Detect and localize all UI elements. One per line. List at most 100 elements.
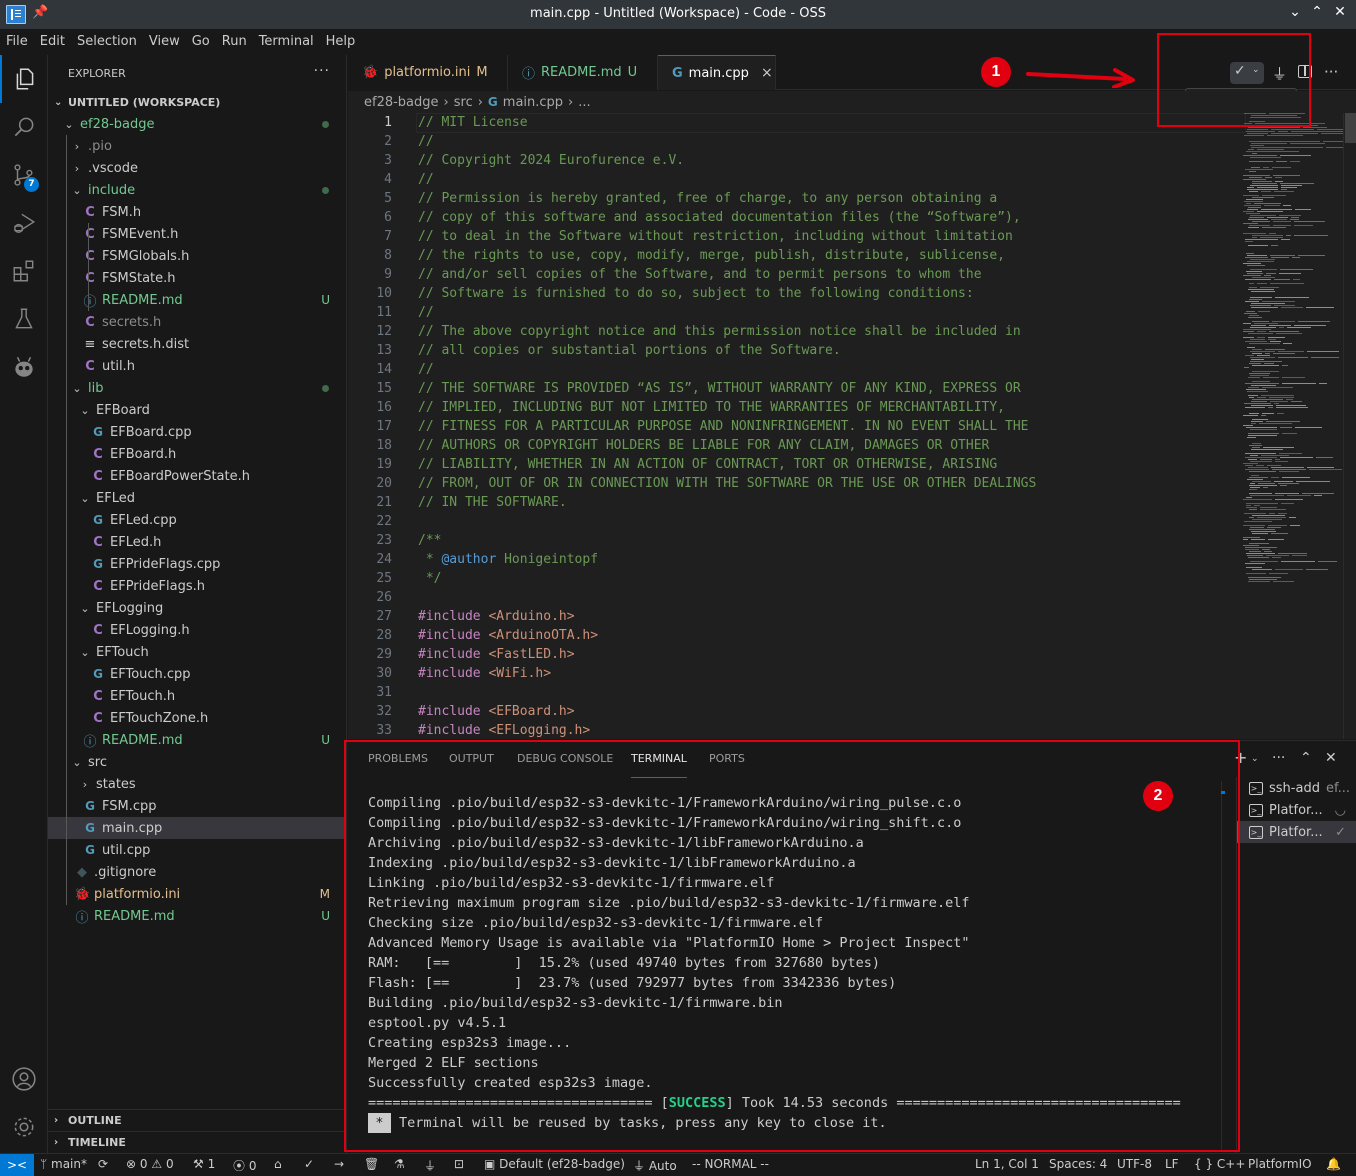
home-icon[interactable]: ⌂ — [274, 1157, 282, 1171]
terminal-icon[interactable]: ⊡ — [454, 1157, 464, 1171]
timeline-section[interactable]: › TIMELINE — [48, 1131, 347, 1153]
sync-icon[interactable]: ⟳ — [98, 1157, 108, 1171]
accounts-activity[interactable] — [0, 1055, 48, 1103]
menu-help[interactable]: Help — [320, 29, 362, 55]
tree-folder[interactable]: ⌄ EFBoard — [48, 399, 346, 421]
menu-terminal[interactable]: Terminal — [253, 29, 320, 55]
remote-indicator[interactable]: >< — [0, 1153, 34, 1176]
notifications-bell-icon[interactable]: 🔔 — [1326, 1157, 1341, 1171]
tab-main-cpp[interactable]: G main.cpp × — [658, 55, 776, 90]
tree-file[interactable]: ⓘ README.md U — [48, 729, 346, 751]
run-debug-activity[interactable] — [0, 199, 48, 247]
panel-tab-terminal[interactable]: TERMINAL — [631, 752, 687, 778]
close-panel-icon[interactable]: ✕ — [1325, 750, 1337, 766]
minimize-button[interactable]: ⌄ — [1285, 4, 1305, 20]
platformio-activity[interactable] — [0, 343, 48, 391]
explorer-activity[interactable] — [0, 55, 48, 103]
problems-indicator[interactable]: ⊗ 0 ⚠ 0 — [126, 1157, 174, 1171]
env-selector[interactable]: ▣ Default (ef28-badge) — [484, 1157, 625, 1171]
upload-arrow-icon[interactable]: → — [334, 1157, 344, 1171]
tree-file[interactable]: Gmain.cpp — [48, 817, 346, 839]
tree-folder[interactable]: › states — [48, 773, 346, 795]
serial-plug-icon[interactable]: ⏚ — [424, 1157, 436, 1174]
tree-file[interactable]: C EFTouchZone.h — [48, 707, 346, 729]
more-actions-icon[interactable]: ··· — [1324, 63, 1338, 81]
tree-file[interactable]: G EFLed.cpp — [48, 509, 346, 531]
branch-indicator[interactable]: ᛘ main* — [40, 1157, 87, 1171]
tab-readme-md[interactable]: ⓘ README.md U — [508, 55, 658, 90]
more-actions-icon[interactable]: ··· — [1272, 750, 1285, 766]
panel-tab-debug-console[interactable]: DEBUG CONSOLE — [517, 752, 613, 778]
menu-edit[interactable]: Edit — [34, 29, 71, 55]
tree-file[interactable]: Cutil.h — [48, 355, 346, 377]
tree-file[interactable]: C EFBoard.h — [48, 443, 346, 465]
tree-file[interactable]: C FSMGlobals.h — [48, 245, 346, 267]
tree-file[interactable]: C FSMEvent.h — [48, 223, 346, 245]
tree-file[interactable]: ◆ .gitignore — [48, 861, 346, 883]
testing-activity[interactable] — [0, 295, 48, 343]
tree-file[interactable]: Gutil.cpp — [48, 839, 346, 861]
encoding[interactable]: UTF-8 — [1117, 1157, 1152, 1171]
minimap[interactable] — [1243, 113, 1356, 593]
tree-file[interactable]: 🐞 platformio.ini M — [48, 883, 346, 905]
tree-folder[interactable]: ⌄ EFTouch — [48, 641, 346, 663]
more-actions-icon[interactable]: ··· — [314, 63, 330, 79]
tree-folder[interactable]: › .vscode — [48, 157, 346, 179]
tree-file[interactable]: Csecrets.h — [48, 311, 346, 333]
outline-section[interactable]: › OUTLINE — [48, 1109, 347, 1131]
platformio-status[interactable]: PlatformIO — [1248, 1157, 1312, 1171]
terminal-item[interactable]: >_ Platfor... ✓ — [1237, 821, 1356, 843]
upload-plug-icon[interactable]: ⏚ — [1272, 63, 1287, 84]
maximize-panel-icon[interactable]: ⌃ — [1300, 750, 1312, 766]
tree-file[interactable]: C FSM.h — [48, 201, 346, 223]
menu-run[interactable]: Run — [216, 29, 253, 55]
clean-trash-icon[interactable]: 🗑 — [364, 1157, 379, 1171]
terminal-scrollbar[interactable] — [1221, 781, 1222, 1151]
tree-folder[interactable]: ⌄ lib — [48, 377, 346, 399]
build-button[interactable]: ✓ ⌄ — [1230, 62, 1264, 84]
tree-folder[interactable]: ⌄ EFLogging — [48, 597, 346, 619]
tree-file[interactable]: G FSM.cpp — [48, 795, 346, 817]
extensions-activity[interactable] — [0, 247, 48, 295]
tree-file[interactable]: G EFPrideFlags.cpp — [48, 553, 346, 575]
scrollbar-thumb[interactable] — [1345, 113, 1356, 143]
panel-tab-problems[interactable]: PROBLEMS — [368, 752, 428, 778]
tab-platformio-ini[interactable]: 🐞 platformio.ini M — [348, 55, 508, 90]
maximize-button[interactable]: ⌃ — [1307, 4, 1327, 20]
terminal-item[interactable]: >_ ssh-add ef... — [1237, 777, 1356, 799]
menu-go[interactable]: Go — [186, 29, 216, 55]
panel-tab-ports[interactable]: PORTS — [709, 752, 745, 778]
build-check-icon[interactable]: ✓ — [304, 1157, 314, 1171]
tree-file[interactable]: ≡ secrets.h.dist — [48, 333, 346, 355]
terminal-output[interactable]: Compiling .pio/build/esp32-s3-devkitc-1/… — [368, 793, 1228, 1133]
panel-tab-output[interactable]: OUTPUT — [449, 752, 494, 778]
tree-file[interactable]: C EFLed.h — [48, 531, 346, 553]
tree-folder[interactable]: › .pio — [48, 135, 346, 157]
tools-indicator[interactable]: ⚒ 1 — [193, 1157, 215, 1171]
tree-folder[interactable]: ⌄ src — [48, 751, 346, 773]
breadcrumb-folder[interactable]: ef28-badge — [364, 95, 439, 110]
cursor-position[interactable]: Ln 1, Col 1 — [975, 1157, 1039, 1171]
editor-scrollbar[interactable] — [1343, 113, 1356, 739]
indentation[interactable]: Spaces: 4 — [1049, 1157, 1107, 1171]
tree-file[interactable]: C EFTouch.h — [48, 685, 346, 707]
manage-activity[interactable] — [0, 1103, 48, 1151]
tree-file[interactable]: ⓘ README.md U — [48, 905, 346, 927]
tree-file[interactable]: C FSMState.h — [48, 267, 346, 289]
close-tab-icon[interactable]: × — [761, 65, 773, 81]
search-activity[interactable] — [0, 103, 48, 151]
chevron-down-icon[interactable]: ⌄ — [1252, 65, 1260, 75]
terminal-item[interactable]: >_ Platfor... ◡ — [1237, 799, 1356, 821]
upload-port-selector[interactable]: ⏚ Auto — [633, 1157, 677, 1174]
breadcrumb-src[interactable]: src — [454, 95, 473, 110]
eol[interactable]: LF — [1165, 1157, 1179, 1171]
ports-indicator[interactable]: ⦿ 0 — [233, 1157, 256, 1174]
menu-file[interactable]: File — [0, 29, 34, 55]
tree-file[interactable]: ⓘ README.md U — [48, 289, 346, 311]
new-terminal-icon[interactable]: + — [1234, 748, 1247, 767]
tree-folder[interactable]: ⌄ include — [48, 179, 346, 201]
source-control-activity[interactable]: 7 — [0, 151, 48, 199]
breadcrumb-symbol[interactable]: ... — [578, 95, 590, 110]
chevron-down-icon[interactable]: ⌄ — [1251, 754, 1259, 764]
breadcrumb-file[interactable]: main.cpp — [503, 95, 563, 110]
